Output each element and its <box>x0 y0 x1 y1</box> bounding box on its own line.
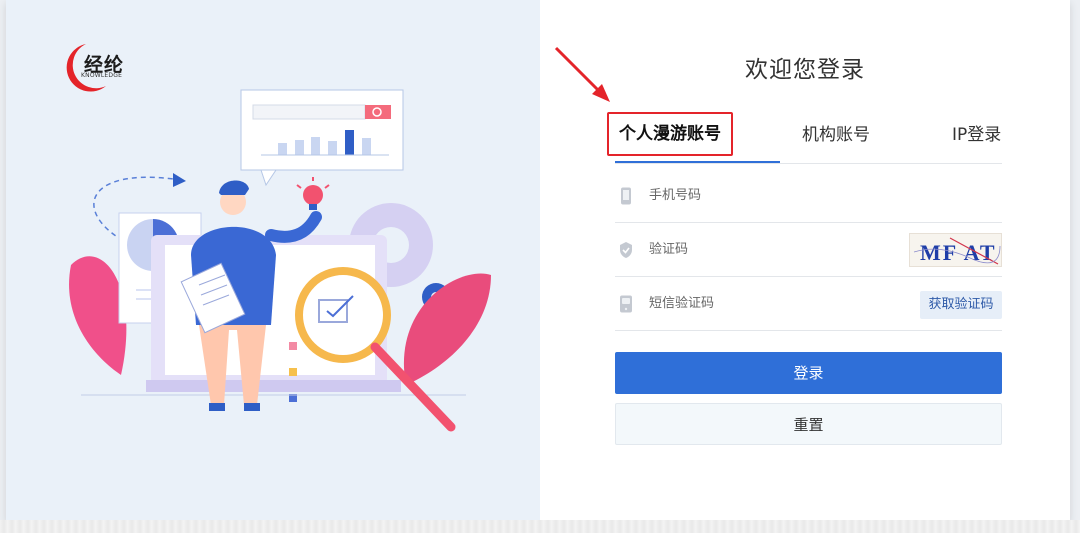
captcha-text: MF AT <box>920 240 997 265</box>
tab-personal-account[interactable]: 个人漫游账号 <box>607 112 733 156</box>
login-card: 经纶 KNOWLEDGE 欢迎您登录 个人漫游账号 机构账号 IP登录 手机号码… <box>6 0 1070 520</box>
phone-field[interactable]: 手机号码 <box>615 169 1002 223</box>
shield-icon <box>620 242 632 258</box>
tab-institution-account[interactable]: 机构账号 <box>802 112 870 162</box>
login-button[interactable]: 登录 <box>615 352 1002 394</box>
login-panel: 欢迎您登录 个人漫游账号 机构账号 IP登录 手机号码 验证码 MF AT 短信… <box>540 0 1070 520</box>
login-tabs: 个人漫游账号 机构账号 IP登录 <box>607 112 1002 164</box>
captcha-image[interactable]: MF AT <box>909 233 1002 267</box>
active-tab-indicator <box>615 161 780 163</box>
sms-code-field[interactable]: 短信验证码 获取验证码 <box>615 277 1002 331</box>
bottom-edge <box>0 520 1080 533</box>
logo-text-en: KNOWLEDGE <box>81 72 123 79</box>
tab-ip-login[interactable]: IP登录 <box>952 112 1001 162</box>
illustration-panel: 经纶 KNOWLEDGE <box>6 0 540 520</box>
get-sms-code-button[interactable]: 获取验证码 <box>920 291 1002 319</box>
captcha-graphic: MF AT <box>913 237 1001 265</box>
phone-icon <box>621 187 631 205</box>
page-title: 欢迎您登录 <box>745 57 865 83</box>
reset-button[interactable]: 重置 <box>615 403 1002 445</box>
annotation-arrow-icon <box>554 46 610 102</box>
analytics-illustration <box>69 89 491 432</box>
captcha-field[interactable]: 验证码 MF AT <box>615 223 1002 277</box>
captcha-field-placeholder: 验证码 <box>649 242 689 257</box>
phone-field-placeholder: 手机号码 <box>649 188 702 203</box>
sms-phone-icon <box>620 295 632 313</box>
sms-field-placeholder: 短信验证码 <box>649 296 715 311</box>
